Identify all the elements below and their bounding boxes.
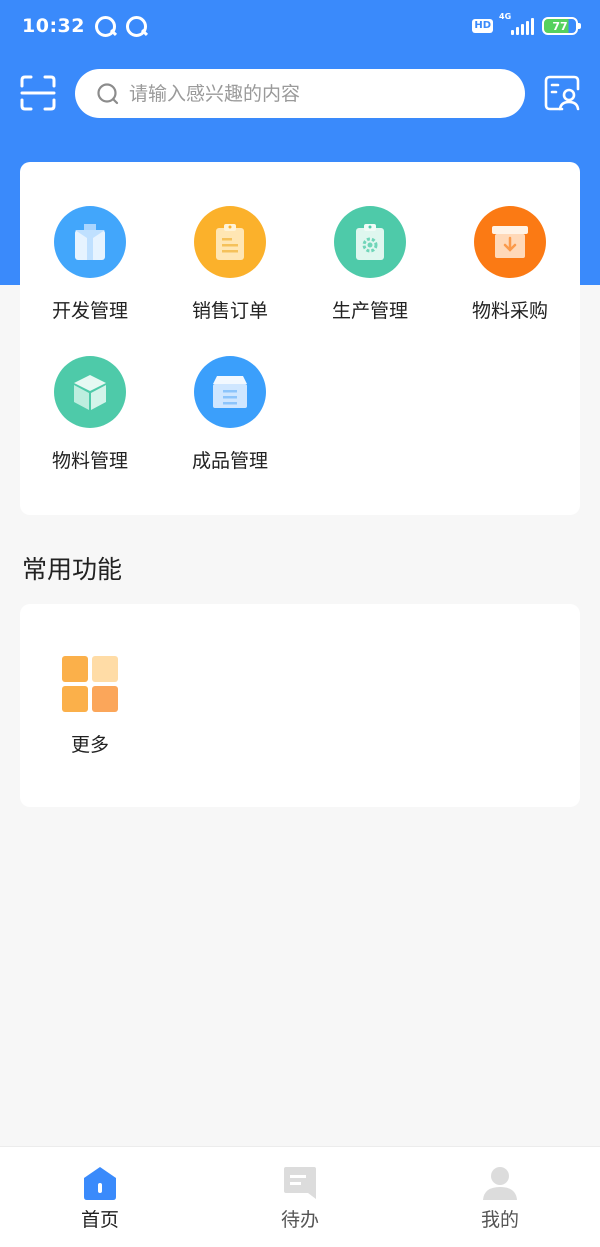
menu-item-development[interactable]: 开发管理 <box>20 206 160 336</box>
gear-clipboard-icon <box>356 224 384 260</box>
search-icon <box>97 82 119 104</box>
status-bar: 10:32 HD 4G 77 <box>0 0 600 52</box>
menu-icon-circle <box>474 206 546 278</box>
battery-level: 77 <box>552 19 568 33</box>
nav-item-mine[interactable]: 我的 <box>400 1147 600 1247</box>
nav-item-home[interactable]: 首页 <box>0 1147 200 1247</box>
menu-item-sales-order[interactable]: 销售订单 <box>160 206 300 336</box>
battery-icon: 77 <box>542 17 581 35</box>
bottom-navigation: 首页 待办 我的 <box>0 1146 600 1247</box>
menu-item-label: 物料采购 <box>471 300 548 322</box>
menu-item-production[interactable]: 生产管理 <box>300 206 440 336</box>
menu-icon-circle <box>54 356 126 428</box>
network-type: 4G <box>499 12 512 21</box>
nav-item-todo[interactable]: 待办 <box>200 1147 400 1247</box>
search-bar[interactable] <box>75 69 525 118</box>
search-input[interactable] <box>129 82 489 105</box>
scan-icon <box>20 75 56 111</box>
contact-card-icon <box>544 75 580 111</box>
notification-app-icon <box>94 15 116 37</box>
menu-icon-circle <box>194 356 266 428</box>
box-list-icon <box>213 376 247 408</box>
menu-item-material-purchase[interactable]: 物料采购 <box>440 206 580 336</box>
nav-label: 首页 <box>80 1209 119 1231</box>
menu-item-label: 成品管理 <box>191 450 268 472</box>
menu-item-label: 生产管理 <box>331 300 408 322</box>
shirt-icon <box>75 224 105 260</box>
nav-label: 我的 <box>480 1209 519 1231</box>
home-icon <box>84 1167 116 1200</box>
menu-item-label: 销售订单 <box>191 300 268 322</box>
user-icon <box>483 1167 517 1200</box>
menu-icon-circle <box>54 206 126 278</box>
menu-item-label: 开发管理 <box>51 300 128 322</box>
more-button[interactable]: 更多 <box>20 604 160 784</box>
message-icon <box>284 1167 316 1199</box>
menu-icon-circle <box>334 206 406 278</box>
menu-item-finished-goods[interactable]: 成品管理 <box>160 356 300 486</box>
contact-card-button[interactable] <box>544 75 580 111</box>
status-indicators: HD 4G 77 <box>472 12 581 35</box>
common-functions-card: 更多 <box>20 604 580 807</box>
menu-item-material-management[interactable]: 物料管理 <box>20 356 160 486</box>
menu-item-label: 物料管理 <box>51 450 128 472</box>
signal-icon: 4G <box>499 12 534 35</box>
more-label: 更多 <box>70 734 109 756</box>
scan-button[interactable] <box>20 75 56 111</box>
menu-icon-circle <box>194 206 266 278</box>
clipboard-icon <box>216 224 244 260</box>
hd-badge: HD <box>472 19 493 33</box>
grid-icon <box>62 656 118 712</box>
nav-label: 待办 <box>280 1209 319 1231</box>
notification-app-icon <box>125 15 147 37</box>
status-time: 10:32 <box>22 15 85 37</box>
section-title-common: 常用功能 <box>22 555 123 584</box>
cube-icon <box>74 375 106 410</box>
main-menu-card: 开发管理 销售订单 生产管理 物料采购 物料管理 成品管理 <box>20 162 580 515</box>
inbox-download-icon <box>492 226 528 258</box>
